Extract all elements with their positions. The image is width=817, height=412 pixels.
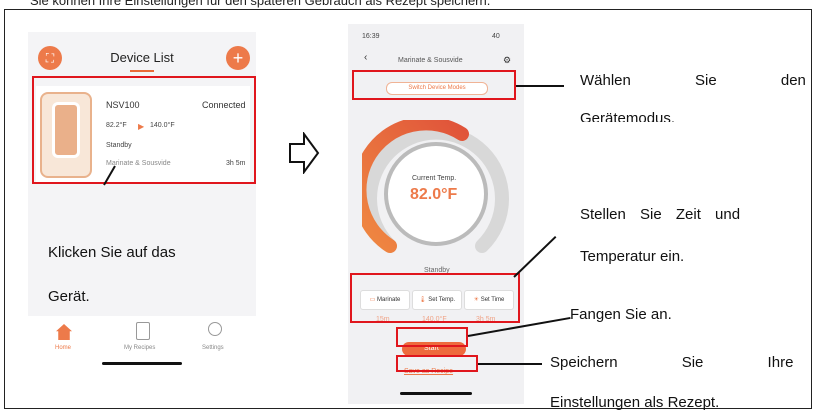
callout-line-mode bbox=[516, 85, 564, 87]
settings-highlight bbox=[350, 273, 520, 323]
tab-settings[interactable]: Settings bbox=[202, 345, 224, 351]
annotation-select-mode-1: Wählen Sie den bbox=[580, 72, 806, 89]
recipes-icon[interactable] bbox=[136, 322, 150, 340]
mode-highlight bbox=[352, 70, 516, 100]
device-highlight bbox=[32, 76, 256, 184]
status-time: 16:39 bbox=[362, 33, 380, 40]
annotation-set-time-2: Temperatur ein. bbox=[580, 248, 685, 265]
tab-home[interactable]: Home bbox=[55, 345, 71, 351]
home-indicator bbox=[102, 362, 182, 365]
annotation-click-device-1: Klicken Sie auf das bbox=[48, 244, 176, 261]
settings-icon[interactable] bbox=[208, 322, 222, 336]
annotation-start: Fangen Sie an. bbox=[570, 306, 672, 323]
annotation-select-mode-text: Wählen Sie den bbox=[580, 72, 806, 89]
annotation-select-mode-2: Gerätemodus. bbox=[580, 110, 676, 122]
top-caption: Sie können Ihre Einstellungen für den sp… bbox=[30, 0, 491, 8]
callout-line-save bbox=[478, 363, 542, 365]
annotation-save-2: Einstellungen als Rezept. bbox=[550, 394, 720, 411]
title-underline bbox=[130, 70, 154, 72]
back-icon[interactable]: ‹ bbox=[364, 52, 367, 63]
save-highlight bbox=[396, 355, 478, 372]
home-indicator bbox=[400, 392, 472, 395]
status-battery: 40 bbox=[492, 33, 500, 40]
annotation-click-device-2: Gerät. bbox=[48, 288, 90, 305]
gauge-value: 82.0°F bbox=[410, 186, 458, 203]
nav-title: Marinate & Sousvide bbox=[398, 57, 463, 64]
add-device-icon[interactable]: + bbox=[226, 46, 250, 70]
gear-icon[interactable]: ⚙ bbox=[503, 55, 511, 66]
annotation-set-time-1: Stellen Sie Zeit und bbox=[580, 206, 741, 223]
arrow-right-icon bbox=[289, 132, 320, 174]
annotation-save-1: Speichern Sie Ihre bbox=[550, 354, 794, 371]
page-title: Device List bbox=[110, 50, 174, 65]
start-highlight bbox=[396, 327, 468, 347]
gauge-label: Current Temp. bbox=[412, 175, 457, 182]
tab-my-recipes[interactable]: My Recipes bbox=[124, 345, 155, 351]
